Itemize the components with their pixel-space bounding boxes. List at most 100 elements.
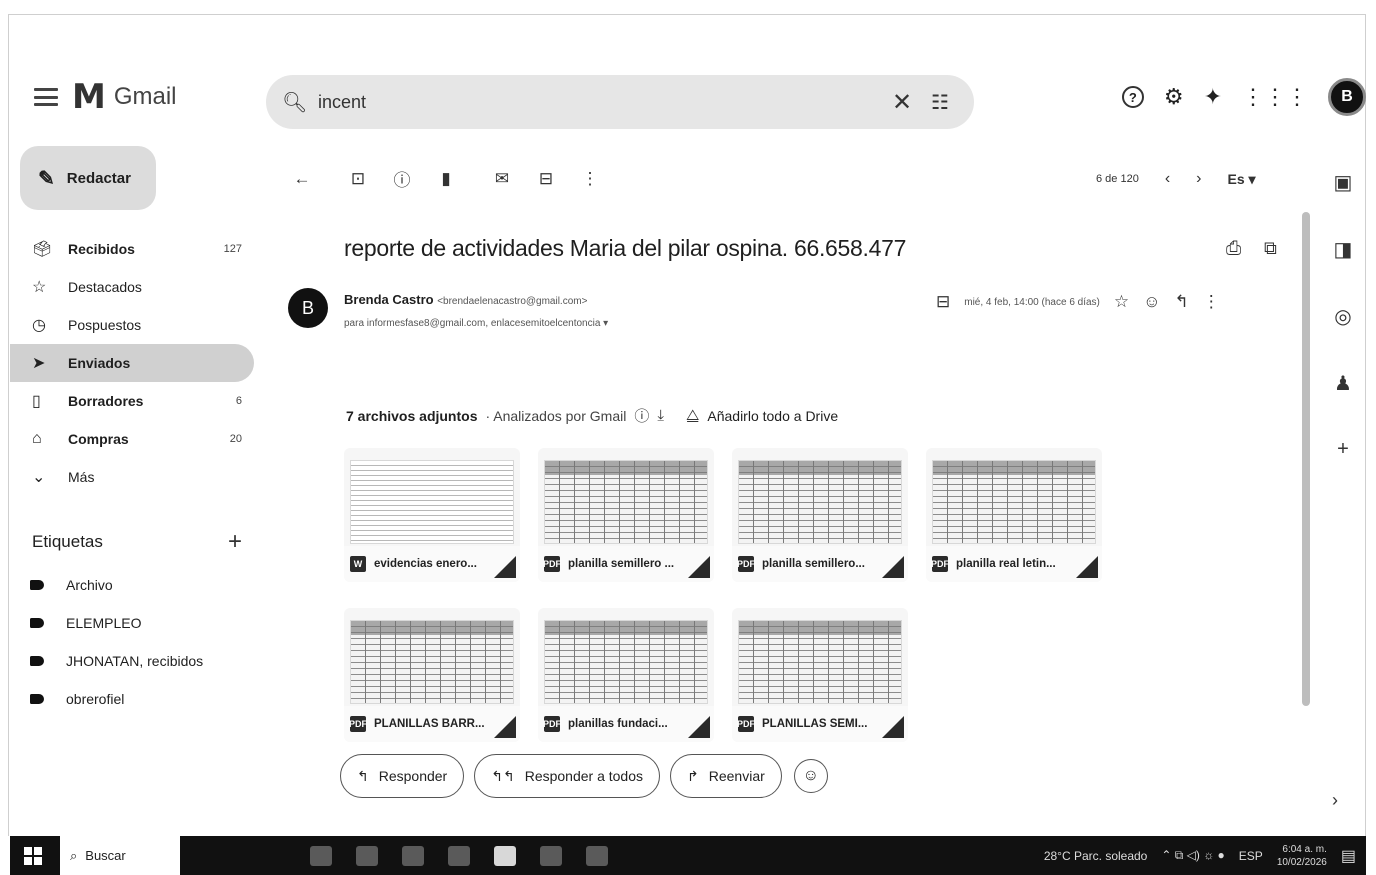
- label-item[interactable]: obrerofiel: [30, 680, 260, 718]
- page-curl-icon: [688, 556, 710, 578]
- keep-icon[interactable]: ◨: [1334, 237, 1353, 262]
- start-windows-icon[interactable]: [10, 836, 56, 875]
- input-language-select[interactable]: Es ▾: [1227, 171, 1255, 188]
- star-icon[interactable]: ☆: [1114, 292, 1129, 312]
- open-new-window-icon[interactable]: ⧉: [1264, 238, 1277, 259]
- attachment-card[interactable]: PDF planilla real letin...: [926, 448, 1102, 582]
- back-arrow-icon[interactable]: ←: [280, 169, 324, 189]
- recipients-line[interactable]: para informesfase8@gmail.com, enlacesemi…: [344, 318, 608, 329]
- main-menu-icon[interactable]: [34, 88, 58, 106]
- reply-all-button[interactable]: ↰↰ Responder a todos: [474, 754, 661, 798]
- search-input[interactable]: incent: [312, 92, 882, 113]
- account-avatar[interactable]: B: [1328, 78, 1366, 116]
- weather-widget[interactable]: 28°C Parc. soleado: [1044, 849, 1148, 863]
- label-item[interactable]: Archivo: [30, 566, 260, 604]
- search-bar[interactable]: 🔍︎ incent ✕ ☷: [266, 75, 974, 129]
- taskbar-search[interactable]: ⌕ Buscar: [60, 836, 180, 875]
- add-label-icon[interactable]: +: [228, 528, 242, 556]
- more-options-icon[interactable]: ⋮: [568, 169, 612, 189]
- print-icon[interactable]: ⎙: [1226, 238, 1241, 260]
- add-addon-icon[interactable]: +: [1337, 438, 1349, 461]
- delete-icon[interactable]: ▮: [424, 169, 468, 189]
- sidebar-item-1[interactable]: ☆ Destacados: [10, 268, 254, 306]
- attachment-card[interactable]: Wevidencias enero...: [344, 448, 520, 582]
- forward-label: Reenviar: [708, 768, 765, 784]
- sidebar-item-0[interactable]: 🗳 Recibidos 127: [10, 230, 254, 268]
- sidebar-item-3[interactable]: ➤ Enviados: [10, 344, 254, 382]
- search-icon[interactable]: 🔍︎: [282, 90, 312, 115]
- clock[interactable]: 6:04 a. m. 10/02/2026: [1277, 843, 1327, 869]
- sidebar-item-label: Destacados: [68, 279, 142, 295]
- label-name: ELEMPLEO: [66, 615, 142, 631]
- attachment-card[interactable]: PDF PLANILLAS BARR...: [344, 608, 520, 742]
- file-explorer-icon[interactable]: [356, 845, 378, 866]
- mark-unread-icon[interactable]: ✉: [480, 169, 524, 189]
- file-type-icon: W: [350, 556, 366, 572]
- reply-icon[interactable]: ↰: [1175, 292, 1189, 312]
- emoji-reaction-button[interactable]: ☺: [793, 759, 828, 793]
- sidebar-item-label: Más: [68, 469, 95, 485]
- attachment-card[interactable]: PDF planilla semillero...: [732, 448, 908, 582]
- excel-icon[interactable]: [402, 845, 424, 866]
- thumbnail-header: [739, 621, 901, 635]
- emoji-react-icon[interactable]: ☺: [1143, 292, 1160, 312]
- attachment-card[interactable]: PDF PLANILLAS SEMI...: [732, 608, 908, 742]
- newer-chevron-icon[interactable]: ‹: [1165, 170, 1170, 188]
- attachment-name: planilla semillero...: [762, 558, 865, 570]
- gmail-logo[interactable]: M Gmail: [72, 80, 177, 114]
- attachment-card[interactable]: PDF planilla semillero ...: [538, 448, 714, 582]
- recipients-expand-icon[interactable]: ▾: [603, 318, 608, 329]
- calendar-icon[interactable]: ▣: [1334, 170, 1353, 195]
- help-icon[interactable]: ?: [1121, 86, 1144, 108]
- page-curl-icon: [882, 716, 904, 738]
- search-options-icon[interactable]: ☷: [922, 90, 958, 115]
- settings-gear-icon[interactable]: ⚙: [1164, 84, 1184, 110]
- scrollbar[interactable]: [1302, 212, 1310, 706]
- taskbar-search-label: Buscar: [85, 848, 126, 863]
- apps-grid-icon[interactable]: ⋮⋮⋮: [1242, 84, 1308, 110]
- sidebar-item-4[interactable]: ▯ Borradores 6: [10, 382, 254, 420]
- attachment-card[interactable]: PDF planillas fundaci...: [538, 608, 714, 742]
- sidebar-item-5[interactable]: ⌂ Compras 20: [10, 420, 254, 458]
- clear-search-icon[interactable]: ✕: [882, 88, 922, 117]
- archive-icon[interactable]: ⊡: [336, 169, 380, 189]
- tray-icons[interactable]: ⌃ ⧉ ◁) ☼ ●: [1161, 848, 1224, 863]
- label-tag-icon: [30, 580, 44, 590]
- reply-button[interactable]: ↰ Responder: [340, 754, 465, 798]
- tasks-icon[interactable]: ◎: [1334, 304, 1351, 329]
- label-name: obrerofiel: [66, 691, 125, 707]
- move-to-icon[interactable]: ⊟: [524, 169, 568, 189]
- add-all-to-drive-link[interactable]: Añadirlo todo a Drive: [707, 408, 838, 424]
- report-spam-icon[interactable]: ⓘ: [380, 166, 424, 191]
- compose-button[interactable]: ✎ Redactar: [20, 146, 156, 210]
- label-item[interactable]: ELEMPLEO: [30, 604, 260, 642]
- clock-icon: ◷: [32, 317, 46, 334]
- drive-add-icon[interactable]: ⧋: [686, 407, 699, 424]
- label-item[interactable]: JHONATAN, recibidos: [30, 642, 260, 680]
- sender-name[interactable]: Brenda Castro: [344, 292, 434, 307]
- contacts-icon[interactable]: ♟: [1334, 371, 1352, 396]
- app-icon[interactable]: [540, 845, 562, 866]
- chrome-icon[interactable]: [494, 845, 516, 866]
- gemini-sparkle-icon[interactable]: ✦: [1204, 84, 1222, 110]
- word-icon[interactable]: [448, 845, 470, 866]
- gmail-m-icon: M: [72, 77, 106, 117]
- expand-panel-chevron-icon[interactable]: ›: [1332, 790, 1338, 811]
- sidebar-item-6[interactable]: ⌄ Más: [10, 458, 254, 496]
- sidebar-item-2[interactable]: ◷ Pospuestos: [10, 306, 254, 344]
- forward-button[interactable]: ↱ Reenviar: [670, 754, 782, 798]
- app-icon-2[interactable]: [586, 845, 608, 866]
- more-vert-icon[interactable]: ⋮: [1203, 292, 1220, 312]
- file-type-icon: PDF: [931, 556, 949, 572]
- copilot-icon[interactable]: [310, 845, 332, 866]
- sender-line: Brenda Castro <brendaelenacastro@gmail.c…: [344, 292, 587, 307]
- sidebar-nav: 🗳 Recibidos 127 ☆ Destacados ◷ Pospuestos ➤ Envi…: [10, 230, 254, 496]
- download-all-icon[interactable]: ⤓: [657, 407, 664, 424]
- older-chevron-icon[interactable]: ›: [1196, 170, 1201, 188]
- language-indicator[interactable]: ESP: [1239, 849, 1263, 863]
- page-curl-icon: [494, 716, 516, 738]
- info-icon[interactable]: ⓘ: [634, 405, 649, 426]
- sender-avatar[interactable]: B: [288, 288, 328, 328]
- notifications-icon[interactable]: ▤: [1341, 846, 1356, 866]
- attachments-grid: Wevidencias enero... PDF planilla semiller…: [344, 448, 1104, 742]
